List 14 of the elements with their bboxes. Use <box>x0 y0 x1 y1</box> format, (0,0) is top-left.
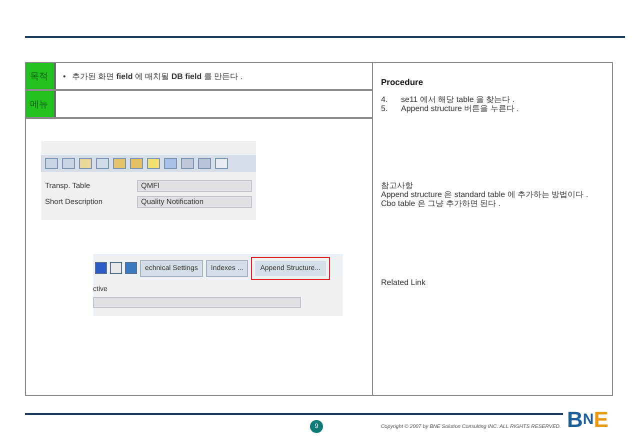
notes-text: Cbo table 은 그냥 추가하면 된다 . <box>381 199 502 208</box>
row-text: 추가된 화면 field 에 매치될 DB field 를 만든다 . <box>72 70 243 82</box>
step-number: 5. <box>381 104 389 113</box>
notes-text: Append structure 은 standard table 에 추가하는 방법이다 . <box>381 190 590 199</box>
row-label: 메뉴 <box>26 91 56 117</box>
bullet: • <box>63 72 66 80</box>
step-number: 4. <box>381 95 389 104</box>
related-link-label: Related Link <box>381 278 426 287</box>
procedure-title: Procedure <box>381 77 424 87</box>
company-logo: BNE <box>567 410 610 430</box>
row-label: 목적 <box>26 63 56 89</box>
step-text: Append structure 버튼을 누른다 . <box>401 104 519 113</box>
step-text: se11 에서 해당 table 을 찾는다 . <box>401 95 515 104</box>
notes-title: 참고사항 <box>381 181 414 190</box>
